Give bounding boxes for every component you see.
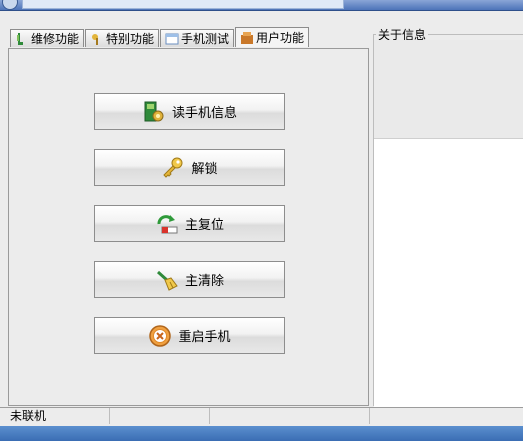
reset-icon bbox=[157, 214, 178, 233]
status-cell-2 bbox=[110, 408, 210, 424]
tab-special[interactable]: 特别功能 bbox=[85, 29, 160, 47]
status-text: 未联机 bbox=[0, 408, 110, 424]
tab-strip: 维修功能 特别功能 手机测试 用户功能 bbox=[10, 27, 310, 49]
tab-phone-test-label: 手机测试 bbox=[181, 32, 230, 46]
tab-special-label: 特别功能 bbox=[106, 32, 155, 46]
info-header-area bbox=[374, 40, 523, 138]
tab-user[interactable]: 用户功能 bbox=[235, 27, 310, 47]
unlock-label: 解锁 bbox=[191, 162, 218, 177]
read-phone-info-button[interactable]: 读手机信息 bbox=[94, 93, 285, 130]
tab-repair[interactable]: 维修功能 bbox=[10, 29, 85, 47]
tab-phone-test[interactable]: 手机测试 bbox=[160, 29, 235, 47]
user-icon bbox=[241, 31, 254, 44]
read-phone-info-label: 读手机信息 bbox=[171, 106, 237, 121]
info-text-area[interactable] bbox=[374, 138, 523, 407]
status-bar: 未联机 bbox=[0, 407, 523, 426]
function-panel: 读手机信息 解锁 主复位 主清除 重启手机 bbox=[8, 48, 369, 406]
master-clear-button[interactable]: 主清除 bbox=[94, 261, 285, 298]
master-reset-button[interactable]: 主复位 bbox=[94, 205, 285, 242]
title-area bbox=[22, 0, 344, 9]
master-reset-label: 主复位 bbox=[184, 218, 224, 233]
tab-repair-label: 维修功能 bbox=[31, 32, 80, 46]
restart-phone-button[interactable]: 重启手机 bbox=[94, 317, 285, 354]
repair-icon bbox=[17, 32, 23, 45]
status-cell-4 bbox=[370, 408, 523, 424]
title-bar bbox=[0, 0, 523, 11]
read-info-icon bbox=[144, 101, 164, 121]
broom-icon bbox=[156, 270, 178, 291]
master-clear-label: 主清除 bbox=[184, 274, 224, 289]
status-cell-3 bbox=[210, 408, 370, 424]
tab-user-label: 用户功能 bbox=[256, 31, 305, 45]
app-orb-icon[interactable] bbox=[2, 0, 18, 10]
close-circle-icon bbox=[149, 324, 172, 347]
key-icon bbox=[163, 157, 183, 178]
phone-test-icon bbox=[165, 33, 179, 44]
special-icon bbox=[92, 33, 99, 45]
taskbar bbox=[0, 426, 523, 441]
unlock-button[interactable]: 解锁 bbox=[94, 149, 285, 186]
restart-phone-label: 重启手机 bbox=[178, 330, 231, 345]
